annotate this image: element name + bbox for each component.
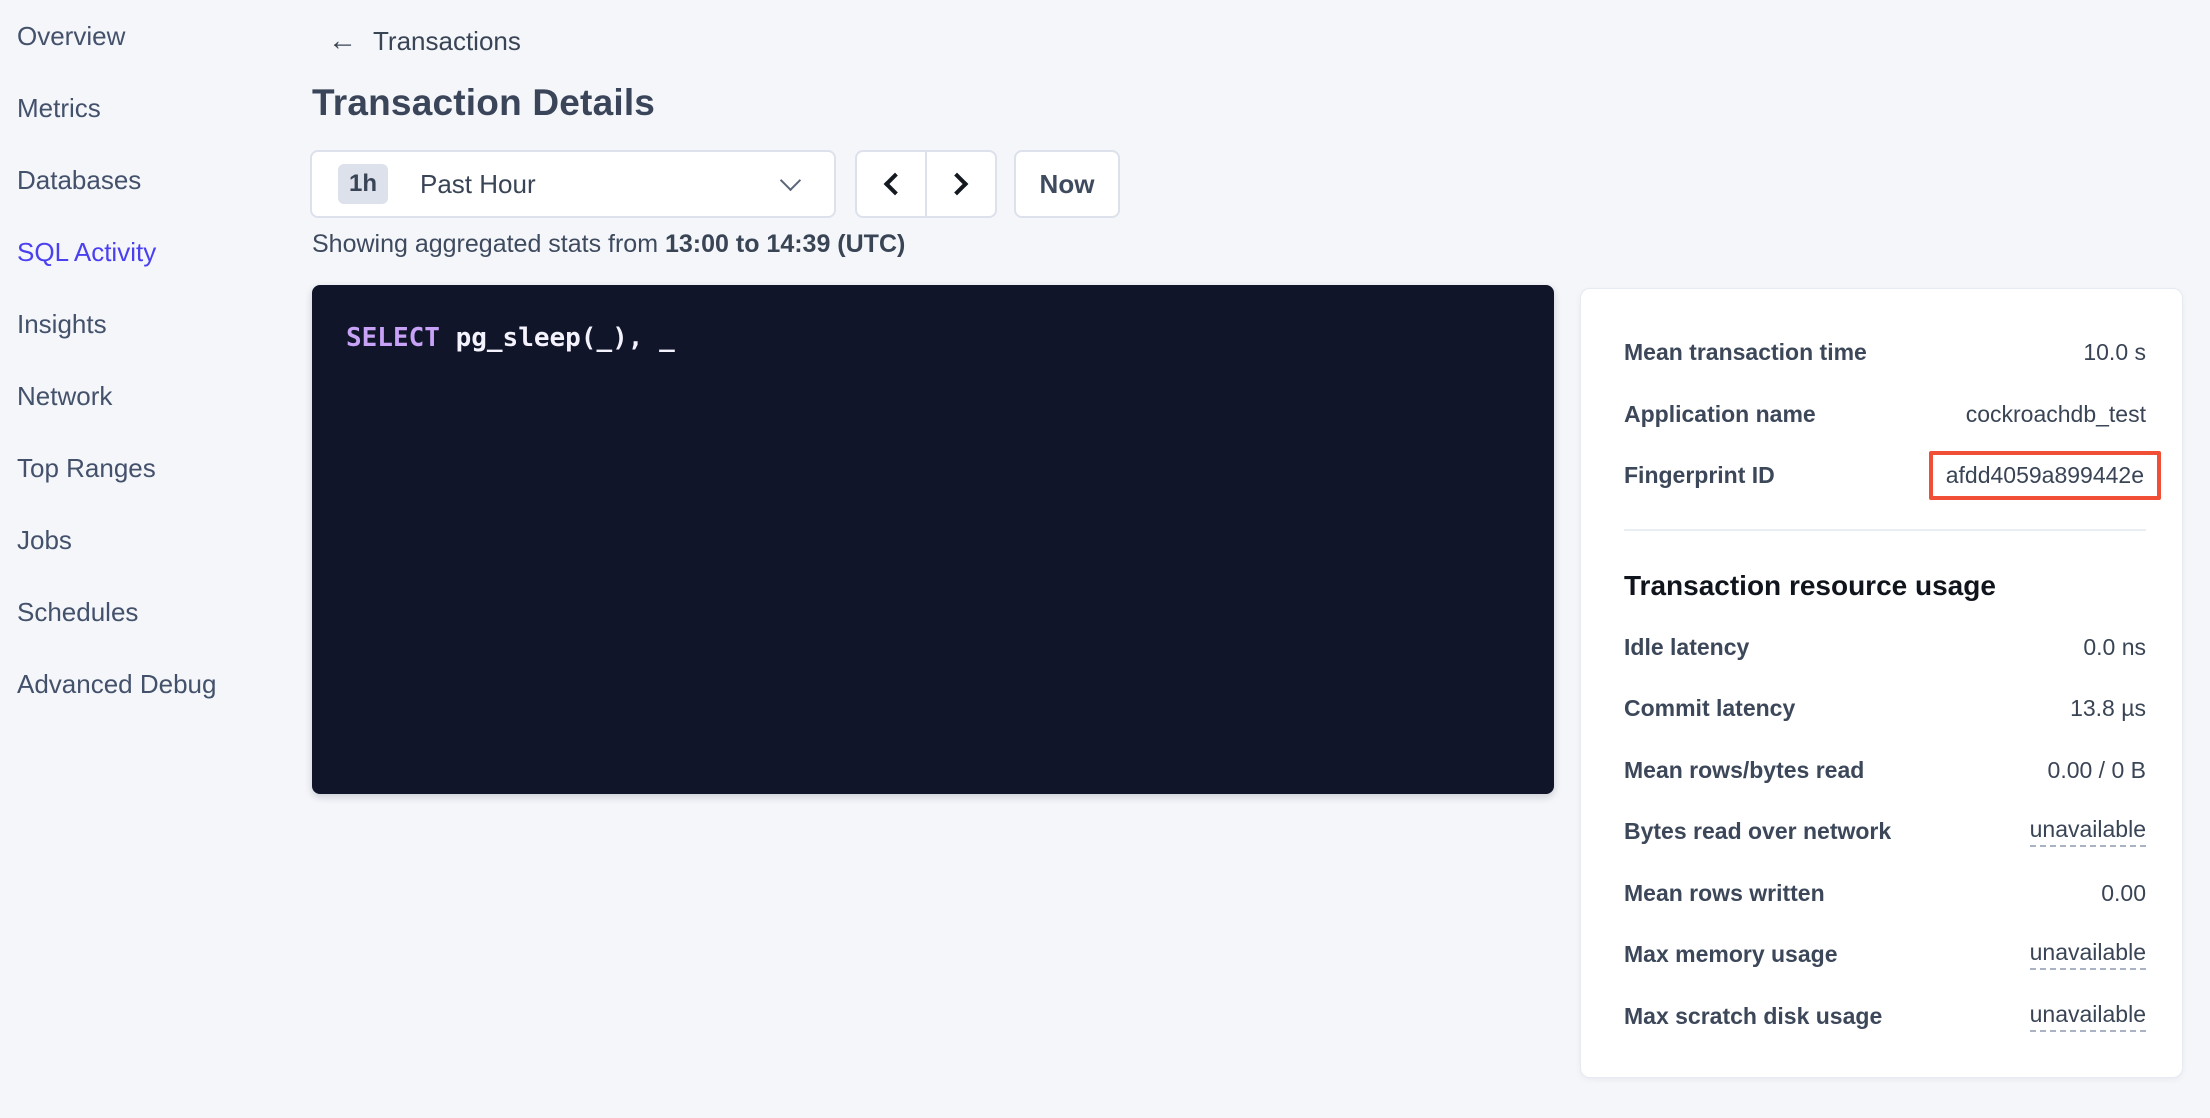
time-range-dropdown[interactable]: 1h Past Hour	[310, 150, 836, 218]
resource-value-unavailable: unavailable	[2030, 939, 2146, 970]
detail-row-application-name: Application name cockroachdb_test	[1624, 384, 2146, 446]
sidebar-item-sql-activity[interactable]: SQL Activity	[0, 216, 290, 288]
sidebar-item-databases[interactable]: Databases	[0, 144, 290, 216]
transaction-details-card: Mean transaction time 10.0 s Application…	[1580, 288, 2183, 1078]
resource-label: Idle latency	[1624, 634, 1749, 661]
sidebar-item-network[interactable]: Network	[0, 360, 290, 432]
detail-value: 10.0 s	[2083, 339, 2146, 366]
detail-label: Application name	[1624, 401, 1816, 428]
detail-label: Mean transaction time	[1624, 339, 1867, 366]
resource-value-unavailable: unavailable	[2030, 816, 2146, 847]
now-button[interactable]: Now	[1014, 150, 1120, 218]
highlight-annotation: afdd4059a899442e	[1929, 451, 2161, 500]
time-range-badge: 1h	[338, 164, 388, 204]
resource-rows: Idle latency 0.0 ns Commit latency 13.8 …	[1624, 617, 2146, 1048]
time-range-nav	[855, 150, 997, 218]
resource-value: 0.00	[2101, 880, 2146, 907]
time-range-selected-label: Past Hour	[420, 169, 783, 200]
resource-row-bytes-read-over-network: Bytes read over network unavailable	[1624, 801, 2146, 863]
app: { "colors": { "accent": "#4b40ef", "high…	[0, 0, 2210, 1118]
chevron-left-icon	[884, 173, 907, 196]
resource-label: Bytes read over network	[1624, 818, 1891, 845]
sql-statement-line: SELECT pg_sleep(_), _	[346, 323, 1520, 353]
detail-label: Fingerprint ID	[1624, 462, 1775, 489]
caption-prefix: Showing aggregated stats from	[312, 230, 665, 258]
sidebar-item-jobs[interactable]: Jobs	[0, 504, 290, 576]
chevron-down-icon	[780, 169, 801, 190]
resource-usage-heading: Transaction resource usage	[1624, 569, 2146, 603]
resource-row-mean-rows-written: Mean rows written 0.00	[1624, 863, 2146, 925]
resource-label: Mean rows/bytes read	[1624, 757, 1864, 784]
resource-label: Max scratch disk usage	[1624, 1003, 1882, 1030]
sidebar-item-metrics[interactable]: Metrics	[0, 72, 290, 144]
resource-value-unavailable: unavailable	[2030, 1001, 2146, 1032]
resource-label: Max memory usage	[1624, 941, 1837, 968]
resource-value: 13.8 µs	[2070, 695, 2146, 722]
sidebar-item-top-ranges[interactable]: Top Ranges	[0, 432, 290, 504]
resource-label: Commit latency	[1624, 695, 1795, 722]
previous-range-button[interactable]	[857, 152, 927, 216]
sidebar-item-schedules[interactable]: Schedules	[0, 576, 290, 648]
sql-statement-box: SELECT pg_sleep(_), _	[312, 285, 1554, 794]
resource-row-idle-latency: Idle latency 0.0 ns	[1624, 617, 2146, 679]
aggregated-stats-caption: Showing aggregated stats from 13:00 to 1…	[312, 230, 905, 259]
resource-row-max-memory-usage: Max memory usage unavailable	[1624, 924, 2146, 986]
caption-range: 13:00 to 14:39 (UTC)	[665, 230, 905, 258]
back-arrow-icon[interactable]: ←	[328, 27, 357, 56]
resource-row-mean-rows-bytes-read: Mean rows/bytes read 0.00 / 0 B	[1624, 740, 2146, 802]
detail-row-fingerprint-id: Fingerprint ID afdd4059a899442e	[1624, 445, 2146, 507]
resource-row-max-scratch-disk-usage: Max scratch disk usage unavailable	[1624, 986, 2146, 1048]
sidebar-item-overview[interactable]: Overview	[0, 0, 290, 72]
detail-value: cockroachdb_test	[1966, 401, 2146, 428]
sql-keyword: SELECT	[346, 323, 440, 353]
resource-value: 0.00 / 0 B	[2048, 757, 2146, 784]
next-range-button[interactable]	[927, 152, 995, 216]
resource-label: Mean rows written	[1624, 880, 1825, 907]
page-title: Transaction Details	[312, 82, 655, 124]
resource-value: 0.0 ns	[2083, 634, 2146, 661]
sidebar: Overview Metrics Databases SQL Activity …	[0, 0, 290, 720]
sidebar-item-advanced-debug[interactable]: Advanced Debug	[0, 648, 290, 720]
detail-row-mean-transaction-time: Mean transaction time 10.0 s	[1624, 322, 2146, 384]
breadcrumb: ← Transactions	[328, 22, 521, 60]
chevron-right-icon	[946, 173, 969, 196]
sql-statement-text: pg_sleep(_), _	[440, 323, 675, 353]
divider	[1624, 529, 2146, 531]
sidebar-item-insights[interactable]: Insights	[0, 288, 290, 360]
breadcrumb-transactions-link[interactable]: Transactions	[373, 26, 521, 57]
resource-row-commit-latency: Commit latency 13.8 µs	[1624, 678, 2146, 740]
